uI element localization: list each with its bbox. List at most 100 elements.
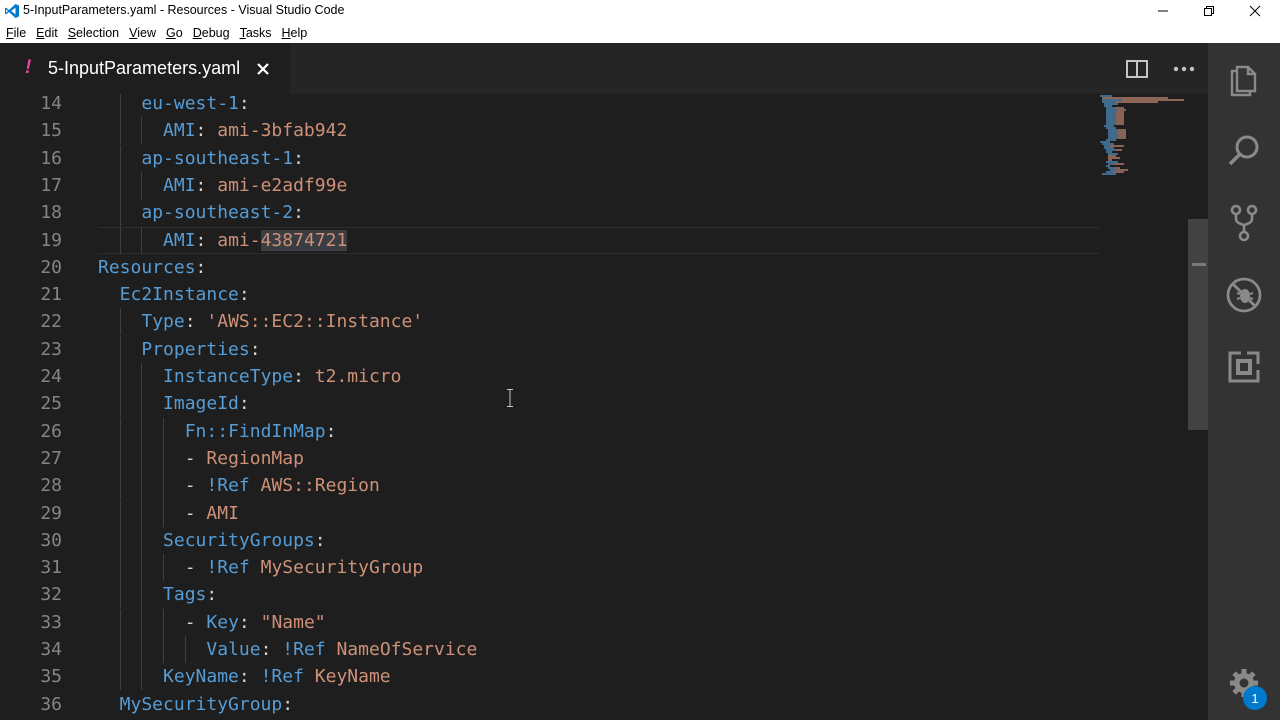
code-line[interactable]: 34 Value: !Ref NameOfService	[0, 636, 1208, 663]
code-token: !Ref	[206, 475, 250, 497]
minimap[interactable]	[1098, 94, 1188, 194]
menu-edit[interactable]: Edit	[32, 26, 62, 40]
code-token: :	[325, 420, 337, 442]
tab-bar: ! 5-InputParameters.yaml	[0, 43, 1208, 94]
menu-selection[interactable]: Selection	[64, 26, 123, 40]
code-token: Value	[206, 639, 261, 660]
code-text: Value: !Ref NameOfService	[206, 636, 477, 663]
text-cursor-icon	[507, 389, 513, 407]
indent-guide	[119, 444, 121, 472]
tab-close-icon[interactable]	[254, 60, 272, 78]
code-editor[interactable]: 14 eu-west-1: 15 AMI: ami-3bfab942 16 ap-sout…	[0, 94, 1208, 720]
line-number: 25	[40, 393, 62, 415]
code-text: - !Ref MySecurityGroup	[185, 554, 423, 581]
code-line[interactable]: 16 ap-southeast-1:	[0, 144, 1208, 172]
code-line[interactable]: 17 AMI: ami-e2adf99e	[0, 171, 1208, 199]
menu-label-rest: ile	[13, 25, 27, 40]
menu-view[interactable]: View	[125, 26, 160, 40]
split-editor-button[interactable]	[1126, 58, 1148, 80]
code-token: MySecurityGroup	[260, 557, 424, 579]
code-line[interactable]: 23 Properties:	[0, 335, 1208, 363]
indent-guide	[141, 663, 143, 691]
code-token: "Name"	[260, 611, 326, 633]
code-line[interactable]: 15 AMI: ami-3bfab942	[0, 117, 1208, 145]
activity-bar	[1208, 43, 1280, 720]
close-window-button[interactable]	[1232, 0, 1278, 22]
code-line[interactable]: 14 eu-west-1:	[0, 94, 1208, 117]
code-text: ImageId:	[163, 390, 250, 417]
line-number: 23	[40, 338, 62, 360]
code-token: :	[249, 338, 261, 360]
indent-guide	[119, 663, 121, 691]
code-line[interactable]: 35 KeyName: !Ref KeyName	[0, 663, 1208, 691]
indent-guide	[163, 554, 165, 582]
update-badge[interactable]: 1	[1243, 686, 1267, 710]
search-button[interactable]	[1224, 131, 1264, 171]
code-line[interactable]: 28 - !Ref AWS::Region	[0, 472, 1208, 500]
code-token: SecurityGroups	[163, 529, 315, 551]
debug-button[interactable]	[1224, 275, 1264, 315]
code-token: -	[184, 475, 207, 497]
menu-go[interactable]: Go	[162, 26, 187, 40]
menu-file[interactable]: File	[2, 26, 30, 40]
more-actions-button[interactable]	[1173, 58, 1195, 80]
code-text: Tags:	[163, 581, 217, 608]
scrollbar-thumb[interactable]	[1188, 219, 1208, 430]
code-line[interactable]: 30 SecurityGroups:	[0, 526, 1208, 554]
code-line[interactable]: 33 - Key: "Name"	[0, 608, 1208, 636]
code-line[interactable]: 26 Fn::FindInMap:	[0, 417, 1208, 445]
code-text: Properties:	[141, 336, 260, 363]
code-token: :	[195, 120, 218, 142]
indent-guide	[141, 526, 143, 554]
menu-label-rest: ebug	[201, 25, 230, 40]
line-number: 17	[40, 174, 62, 196]
menu-debug[interactable]: Debug	[189, 26, 234, 40]
code-text: AMI: ami-43874721	[163, 227, 348, 254]
source-control-icon	[1230, 204, 1258, 242]
code-text: MySecurityGroup:	[120, 691, 293, 718]
code-line[interactable]: 18 ap-southeast-2:	[0, 199, 1208, 227]
source-control-button[interactable]	[1224, 203, 1264, 243]
code-token: InstanceType	[163, 366, 294, 387]
minimize-icon	[1158, 10, 1168, 12]
indent-guide	[141, 117, 143, 145]
code-line[interactable]: 21 Ec2Instance:	[0, 281, 1208, 308]
restore-icon	[1204, 6, 1214, 16]
code-token: :	[195, 174, 218, 196]
code-line[interactable]: 19 AMI: ami-43874721	[0, 226, 1208, 254]
code-text: Ec2Instance:	[120, 281, 250, 308]
code-token: :	[293, 202, 304, 224]
code-line[interactable]: 25 ImageId:	[0, 390, 1208, 418]
indent-guide	[141, 608, 143, 636]
code-line[interactable]: 29 - AMI	[0, 499, 1208, 527]
code-token: :	[238, 94, 250, 114]
code-token: :	[184, 311, 207, 333]
indent-guide	[119, 171, 121, 199]
minimize-button[interactable]	[1140, 0, 1186, 22]
code-line[interactable]: 36 MySecurityGroup:	[0, 691, 1208, 718]
vertical-scrollbar[interactable]	[1188, 94, 1208, 720]
restore-button[interactable]	[1186, 0, 1232, 22]
code-line[interactable]: 27 - RegionMap	[0, 444, 1208, 472]
code-token: AMI	[163, 174, 196, 196]
extensions-button[interactable]	[1224, 347, 1264, 387]
menu-mnemonic: D	[192, 25, 202, 40]
code-line[interactable]: 32 Tags:	[0, 581, 1208, 609]
code-token: :	[238, 666, 261, 688]
code-line[interactable]: 22 Type: 'AWS::EC2::Instance'	[0, 308, 1208, 336]
menu-help[interactable]: Help	[278, 26, 312, 40]
code-text: - !Ref AWS::Region	[185, 472, 380, 499]
code-line[interactable]: 31 - !Ref MySecurityGroup	[0, 554, 1208, 582]
code-token: -	[184, 447, 207, 469]
code-line[interactable]: 20 Resources:	[0, 254, 1208, 281]
code-token: KeyName	[314, 666, 391, 688]
menu-tasks[interactable]: Tasks	[236, 26, 276, 40]
explorer-button[interactable]	[1224, 59, 1264, 99]
code-line[interactable]: 24 InstanceType: t2.micro	[0, 363, 1208, 390]
code-token: 43874721	[260, 229, 348, 251]
code-token: :	[260, 639, 283, 660]
indent-guide	[163, 444, 165, 472]
menu-mnemonic: E	[36, 25, 45, 40]
editor-tab[interactable]: ! 5-InputParameters.yaml	[0, 43, 290, 94]
code-token: :	[206, 584, 218, 606]
